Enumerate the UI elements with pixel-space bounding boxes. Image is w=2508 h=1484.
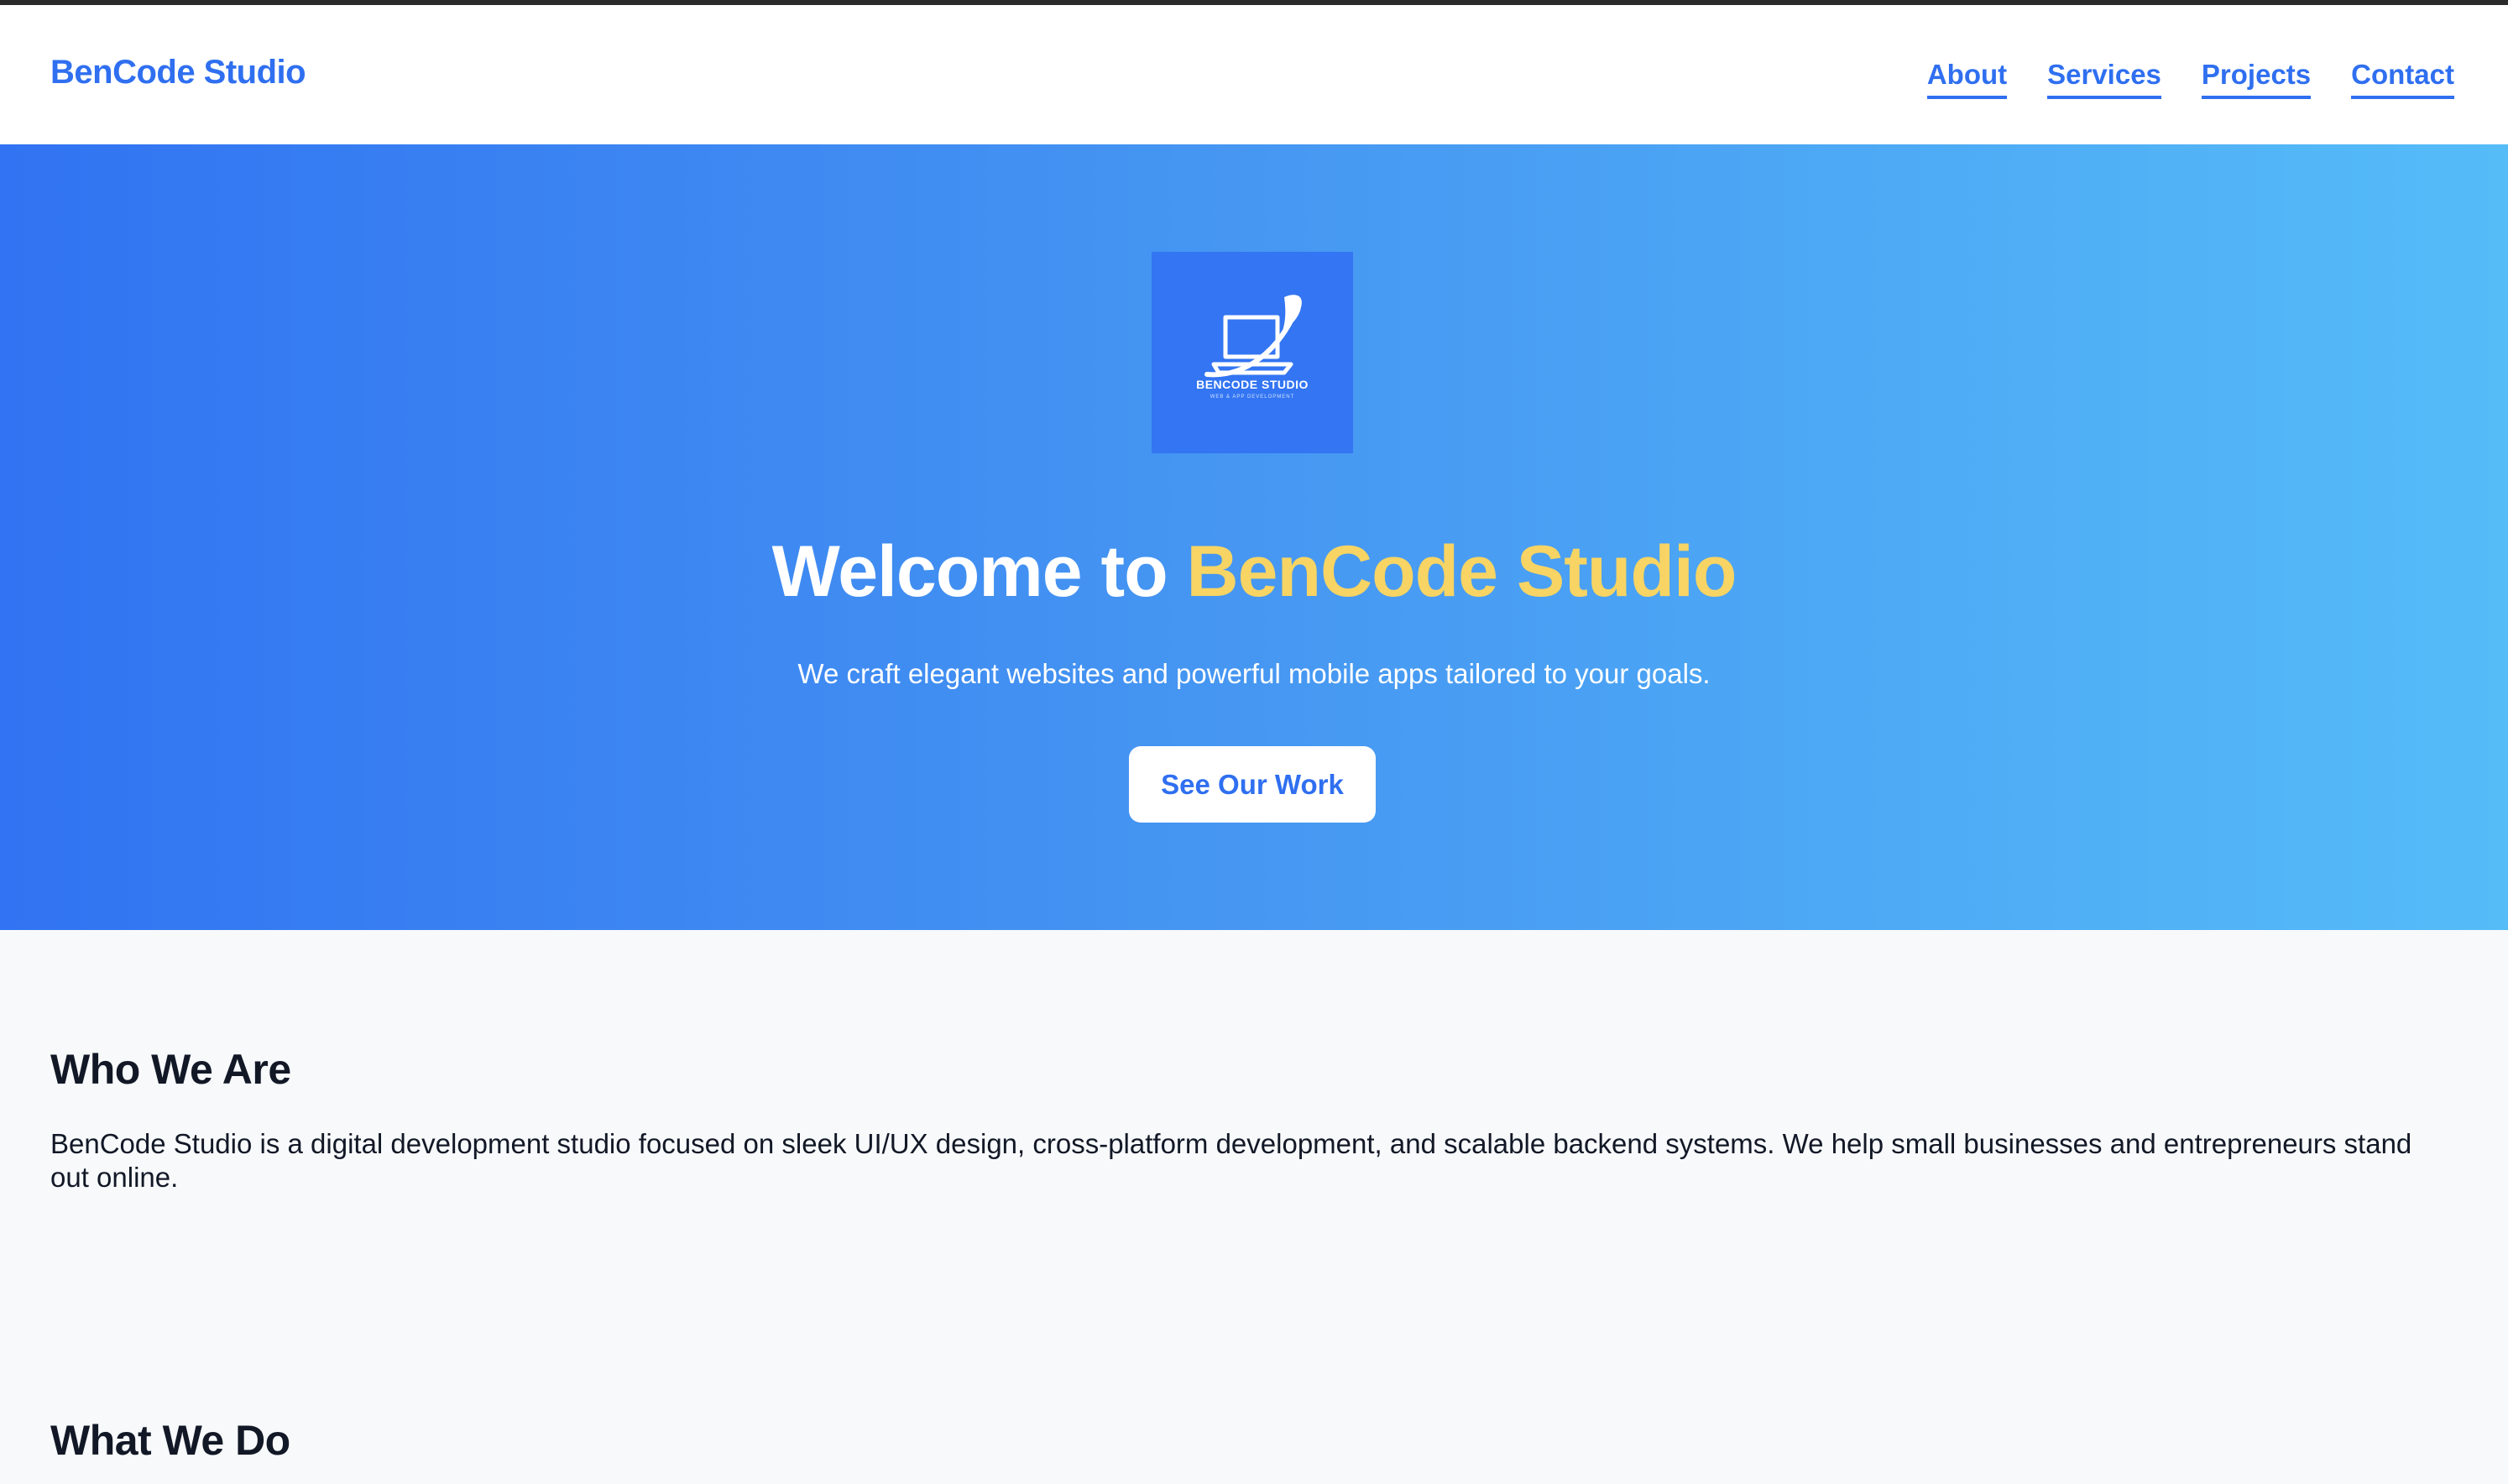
nav-link-contact[interactable]: Contact (2351, 59, 2454, 99)
hero-title-accent: BenCode Studio (1186, 531, 1737, 612)
nav-link-projects[interactable]: Projects (2201, 59, 2312, 99)
services-heading: What We Do (50, 1417, 290, 1464)
about-text: BenCode Studio is a digital development … (50, 1128, 2412, 1193)
see-our-work-button[interactable]: See Our Work (1129, 746, 1376, 823)
hero-title: Welcome to BenCode Studio (0, 530, 2508, 614)
brand-logo-text[interactable]: BenCode Studio (50, 54, 306, 91)
about-heading: Who We Are (50, 1046, 291, 1093)
nav-link-about[interactable]: About (1926, 59, 2008, 99)
studio-logo: BENCODE STUDIO WEB & APP DEVELOPMENT (1152, 252, 1353, 453)
hero-section: BENCODE STUDIO WEB & APP DEVELOPMENT Wel… (0, 144, 2508, 930)
hero-title-prefix: Welcome to (771, 531, 1168, 612)
main-nav: About Services Projects Contact (1926, 59, 2454, 99)
site-header: BenCode Studio About Services Projects C… (0, 5, 2508, 144)
logo-tagline: WEB & APP DEVELOPMENT (1210, 395, 1295, 400)
laptop-logo-icon (1204, 295, 1302, 378)
hero-subtitle: We craft elegant websites and powerful m… (797, 658, 1711, 689)
nav-link-services[interactable]: Services (2047, 59, 2161, 99)
logo-wordmark: BENCODE STUDIO (1196, 378, 1309, 391)
